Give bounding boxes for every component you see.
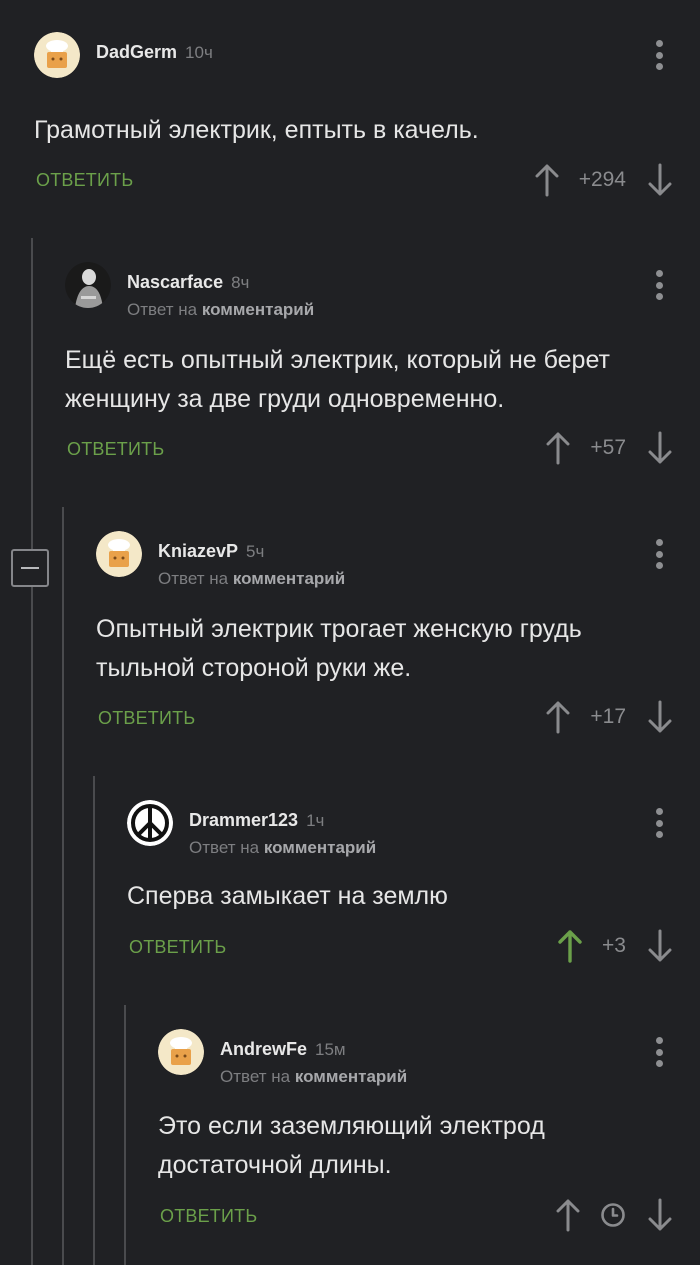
comment-author[interactable]: KniazevP 5ч xyxy=(158,541,264,562)
vote-controls xyxy=(556,1197,672,1233)
avatar[interactable] xyxy=(96,531,142,577)
comment: AndrewFe 15м Ответ на комментарий Это есл… xyxy=(158,1029,700,1265)
comment: Nascarface 8ч Ответ на комментарий Ещё ес… xyxy=(65,262,700,492)
comment-author[interactable]: AndrewFe 15м xyxy=(220,1039,346,1060)
peace-sign-avatar-icon xyxy=(127,800,173,846)
reply-to-line: Ответ на комментарий xyxy=(127,300,314,320)
upvote-arrow-icon[interactable] xyxy=(546,700,570,734)
thread-line-level-3 xyxy=(93,776,95,1265)
reply-to-line: Ответ на комментарий xyxy=(189,838,376,858)
reply-button[interactable]: ОТВЕТИТЬ xyxy=(129,937,226,958)
upvote-arrow-icon[interactable] xyxy=(556,1198,580,1232)
comment-author[interactable]: DadGerm 10ч xyxy=(96,42,213,63)
comment-text: Это если заземляющий электрод достаточно… xyxy=(158,1112,545,1179)
upvote-arrow-icon[interactable] xyxy=(535,163,559,197)
comment-score: +294 xyxy=(578,168,626,191)
avatar[interactable] xyxy=(127,800,173,846)
author-name[interactable]: DadGerm xyxy=(96,42,177,62)
avatar[interactable] xyxy=(158,1029,204,1075)
comment-text: Ещё есть опытный электрик, который не бе… xyxy=(65,346,610,413)
comment-author[interactable]: Drammer123 1ч xyxy=(189,810,324,831)
comment-time: 5ч xyxy=(246,542,265,561)
collapse-thread-button[interactable] xyxy=(11,549,49,587)
more-options-icon[interactable] xyxy=(648,1035,670,1069)
reply-prefix: Ответ на xyxy=(189,838,260,857)
more-options-icon[interactable] xyxy=(648,38,670,72)
downvote-arrow-icon[interactable] xyxy=(648,163,672,197)
vote-controls: +3 xyxy=(558,928,672,964)
comment: DadGerm 10ч Грамотный электрик, ептыть в … xyxy=(34,32,700,222)
reply-button[interactable]: ОТВЕТИТЬ xyxy=(160,1206,257,1227)
reply-button[interactable]: ОТВЕТИТЬ xyxy=(98,708,195,729)
reply-to-line: Ответ на комментарий xyxy=(158,569,345,589)
reply-button[interactable]: ОТВЕТИТЬ xyxy=(67,439,164,460)
comment-text: Сперва замыкает на землю xyxy=(127,882,448,910)
comment-time: 15м xyxy=(315,1040,346,1059)
chef-avatar-icon xyxy=(158,1029,204,1075)
vote-controls: +294 xyxy=(535,162,672,198)
chef-avatar-icon xyxy=(96,531,142,577)
parent-comment-link[interactable]: комментарий xyxy=(295,1067,407,1086)
comment-score: +57 xyxy=(590,436,626,459)
comment-score: +3 xyxy=(602,934,626,957)
reply-to-line: Ответ на комментарий xyxy=(220,1067,407,1087)
reply-prefix: Ответ на xyxy=(158,569,229,588)
comment: Drammer123 1ч Ответ на комментарий Сперва… xyxy=(127,800,700,990)
upvote-arrow-icon[interactable] xyxy=(558,929,582,963)
downvote-arrow-icon[interactable] xyxy=(648,431,672,465)
comment-time: 8ч xyxy=(231,273,250,292)
parent-comment-link[interactable]: комментарий xyxy=(202,300,314,319)
comment-text: Опытный электрик трогает женскую грудь т… xyxy=(96,615,582,682)
vote-controls: +57 xyxy=(546,430,672,466)
reply-prefix: Ответ на xyxy=(220,1067,291,1086)
reply-prefix: Ответ на xyxy=(127,300,198,319)
downvote-arrow-icon[interactable] xyxy=(648,929,672,963)
downvote-arrow-icon[interactable] xyxy=(648,700,672,734)
clock-icon xyxy=(601,1203,625,1227)
vote-controls: +17 xyxy=(546,699,672,735)
more-options-icon[interactable] xyxy=(648,806,670,840)
author-name[interactable]: AndrewFe xyxy=(220,1039,307,1059)
comment-author[interactable]: Nascarface 8ч xyxy=(127,272,249,293)
comment-score: +17 xyxy=(590,705,626,728)
more-options-icon[interactable] xyxy=(648,268,670,302)
parent-comment-link[interactable]: комментарий xyxy=(233,569,345,588)
thread-line-level-4 xyxy=(124,1005,126,1265)
avatar[interactable] xyxy=(34,32,80,78)
comment-time: 10ч xyxy=(185,43,213,62)
comment: KniazevP 5ч Ответ на комментарий Опытный … xyxy=(96,531,700,761)
author-name[interactable]: KniazevP xyxy=(158,541,238,561)
thread-line-level-2 xyxy=(62,507,64,1265)
author-name[interactable]: Nascarface xyxy=(127,272,223,292)
downvote-arrow-icon[interactable] xyxy=(648,1198,672,1232)
comment-text: Грамотный электрик, ептыть в качель. xyxy=(34,116,479,144)
parent-comment-link[interactable]: комментарий xyxy=(264,838,376,857)
thread-line-level-1 xyxy=(31,238,33,1265)
more-options-icon[interactable] xyxy=(648,537,670,571)
author-name[interactable]: Drammer123 xyxy=(189,810,298,830)
avatar[interactable] xyxy=(65,262,111,308)
comment-time: 1ч xyxy=(306,811,325,830)
upvote-arrow-icon[interactable] xyxy=(546,431,570,465)
reply-button[interactable]: ОТВЕТИТЬ xyxy=(36,170,133,191)
dark-figure-avatar-icon xyxy=(65,262,111,308)
chef-avatar-icon xyxy=(34,32,80,78)
